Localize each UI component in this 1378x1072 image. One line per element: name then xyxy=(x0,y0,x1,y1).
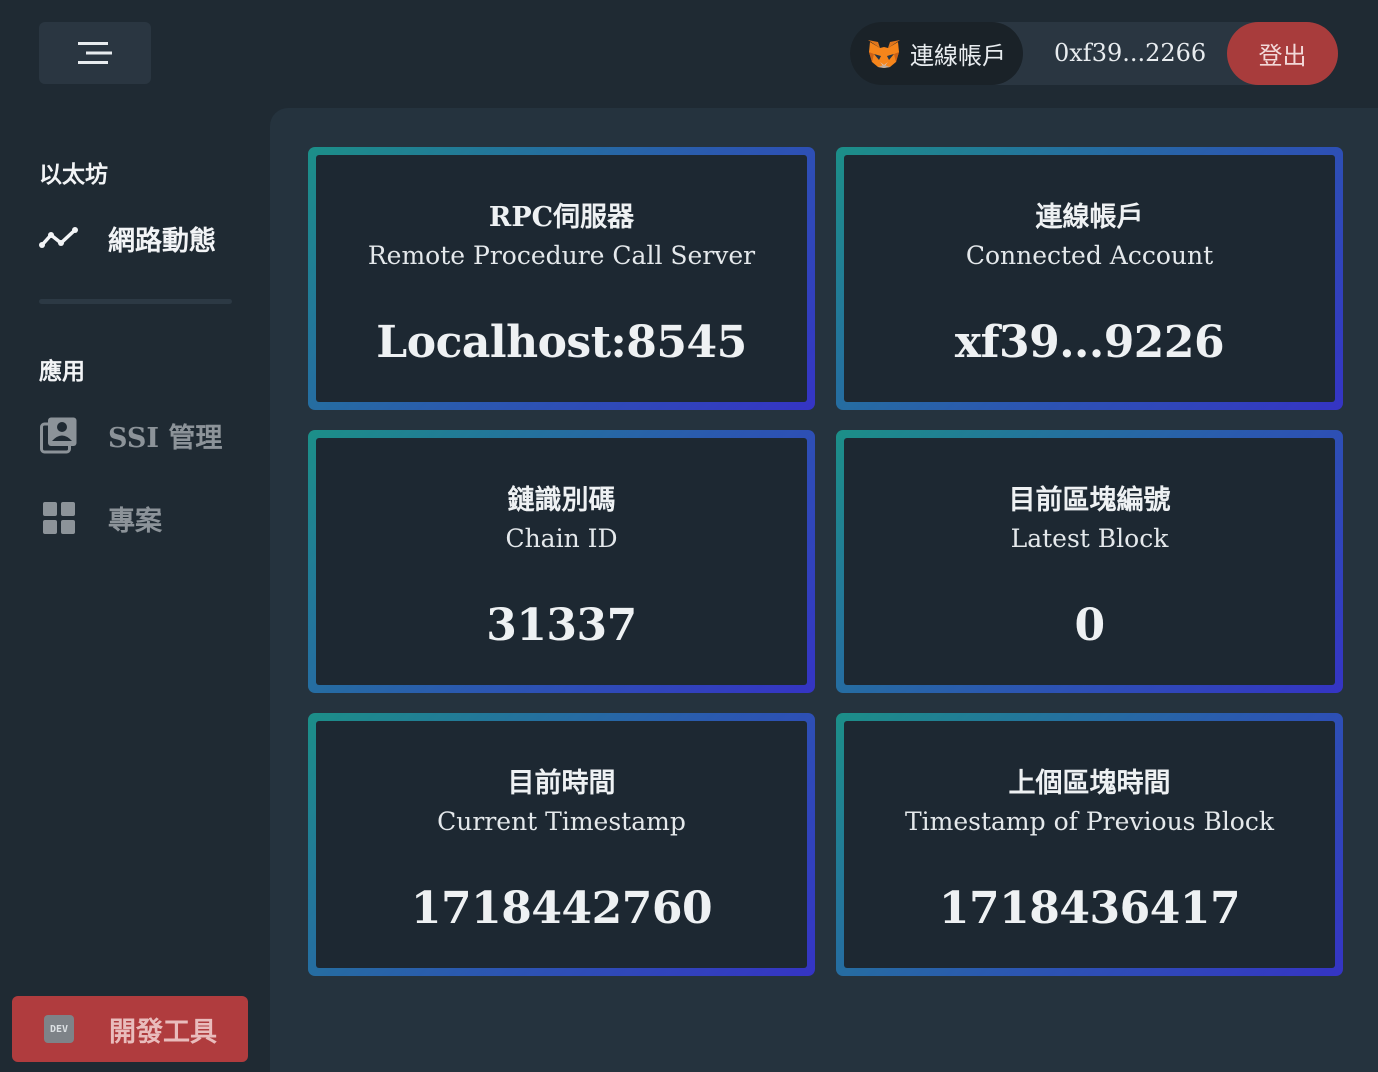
sidebar-item-ssi-management[interactable]: SSI 管理 xyxy=(39,413,222,457)
card-value: 1718442760 xyxy=(410,883,713,934)
connect-account-label: 連線帳戶 xyxy=(910,42,1006,70)
card-body: 目前時間 Current Timestamp 1718442760 xyxy=(316,721,807,968)
card-value: 1718436417 xyxy=(938,883,1241,934)
card-body: 連線帳戶 Connected Account xf39...9226 xyxy=(844,155,1335,402)
sidebar-item-projects[interactable]: 專案 xyxy=(39,496,162,540)
card-value: xf39...9226 xyxy=(954,317,1225,368)
card-title: 目前區塊編號 xyxy=(1008,485,1171,516)
card-subtitle: Remote Procedure Call Server xyxy=(367,241,756,270)
sidebar: 以太坊 網路動態 應用 SSI 管理 專案 DEV 開發工具 xyxy=(0,100,270,1072)
card-previous-block-timestamp: 上個區塊時間 Timestamp of Previous Block 17184… xyxy=(836,713,1343,976)
card-connected-account: 連線帳戶 Connected Account xf39...9226 xyxy=(836,147,1343,410)
card-body: RPC伺服器 Remote Procedure Call Server Loca… xyxy=(316,155,807,402)
menu-toggle-button[interactable] xyxy=(39,22,151,84)
logout-button[interactable]: 登出 xyxy=(1227,22,1338,85)
activity-line-icon xyxy=(39,218,79,258)
sidebar-item-label: SSI 管理 xyxy=(108,422,223,454)
card-chain-id: 鏈識別碼 Chain ID 31337 xyxy=(308,430,815,693)
card-rpc-server: RPC伺服器 Remote Procedure Call Server Loca… xyxy=(308,147,815,410)
card-subtitle: Latest Block xyxy=(1010,524,1169,553)
card-subtitle: Chain ID xyxy=(505,524,618,553)
card-current-timestamp: 目前時間 Current Timestamp 1718442760 xyxy=(308,713,815,976)
card-value: Localhost:8545 xyxy=(376,317,747,368)
card-title: 目前時間 xyxy=(507,768,616,799)
sidebar-section-applications: 應用 xyxy=(39,358,85,385)
card-body: 上個區塊時間 Timestamp of Previous Block 17184… xyxy=(844,721,1335,968)
card-subtitle: Connected Account xyxy=(965,241,1214,270)
card-title: 鏈識別碼 xyxy=(507,485,616,516)
card-value: 31337 xyxy=(486,600,637,651)
card-title: RPC伺服器 xyxy=(488,202,635,233)
wallet-address: 0xf39...2266 xyxy=(1054,39,1207,67)
card-value: 0 xyxy=(1074,600,1105,651)
dev-badge-icon: DEV xyxy=(44,1015,74,1043)
sidebar-section-ethereum: 以太坊 xyxy=(39,161,108,188)
dev-tools-label: 開發工具 xyxy=(109,1016,217,1048)
card-latest-block: 目前區塊編號 Latest Block 0 xyxy=(836,430,1343,693)
card-body: 鏈識別碼 Chain ID 31337 xyxy=(316,438,807,685)
account-bar: 連線帳戶 0xf39...2266 登出 xyxy=(850,22,1338,85)
card-subtitle: Timestamp of Previous Block xyxy=(904,807,1275,836)
card-body: 目前區塊編號 Latest Block 0 xyxy=(844,438,1335,685)
card-subtitle: Current Timestamp xyxy=(437,807,686,836)
hamburger-menu-icon xyxy=(78,42,112,64)
dev-tools-button[interactable]: DEV 開發工具 xyxy=(12,996,248,1062)
connect-account-button[interactable]: 連線帳戶 xyxy=(850,22,1023,85)
id-card-icon xyxy=(39,415,79,455)
sidebar-item-label: 專案 xyxy=(108,505,162,537)
app-root: 連線帳戶 0xf39...2266 登出 以太坊 網路動態 應用 SSI 管理 … xyxy=(0,0,1378,1072)
metamask-fox-icon xyxy=(868,39,900,68)
sidebar-item-label: 網路動態 xyxy=(108,225,216,257)
sidebar-divider xyxy=(39,299,232,304)
card-title: 上個區塊時間 xyxy=(1008,768,1171,799)
main-panel: RPC伺服器 Remote Procedure Call Server Loca… xyxy=(270,108,1378,1072)
sidebar-item-network-activity[interactable]: 網路動態 xyxy=(39,216,216,260)
grid-icon xyxy=(39,498,79,538)
card-title: 連線帳戶 xyxy=(1035,202,1144,233)
